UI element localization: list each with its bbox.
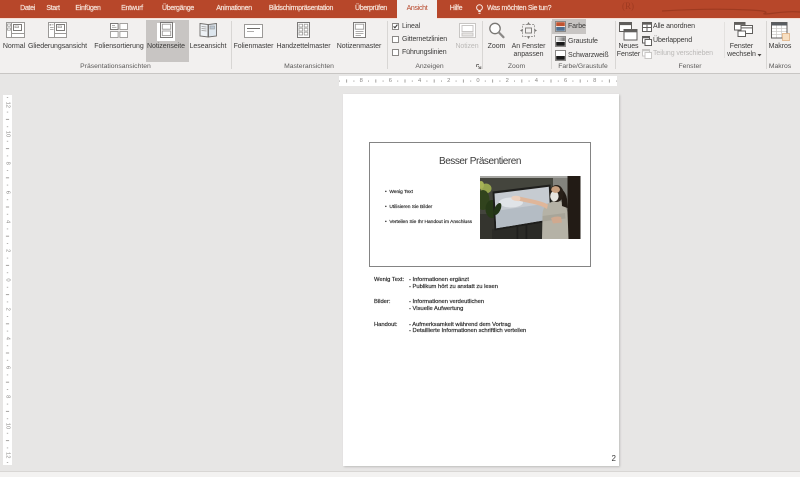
svg-text:6: 6 bbox=[5, 191, 11, 194]
svg-text:12: 12 bbox=[5, 102, 11, 108]
svg-text:8: 8 bbox=[360, 78, 363, 84]
svg-text:12: 12 bbox=[5, 452, 11, 458]
svg-text:0: 0 bbox=[476, 78, 479, 84]
svg-text:2: 2 bbox=[5, 308, 11, 311]
svg-text:10: 10 bbox=[5, 131, 11, 137]
svg-text:8: 8 bbox=[593, 78, 596, 84]
svg-text:8: 8 bbox=[5, 395, 11, 398]
svg-text:2: 2 bbox=[5, 249, 11, 252]
svg-text:6: 6 bbox=[564, 78, 567, 84]
svg-text:0: 0 bbox=[5, 278, 11, 281]
svg-text:2: 2 bbox=[506, 78, 509, 84]
svg-text:2: 2 bbox=[447, 78, 450, 84]
svg-text:6: 6 bbox=[5, 366, 11, 369]
svg-text:6: 6 bbox=[389, 78, 392, 84]
svg-text:10: 10 bbox=[5, 423, 11, 429]
svg-text:8: 8 bbox=[5, 162, 11, 165]
